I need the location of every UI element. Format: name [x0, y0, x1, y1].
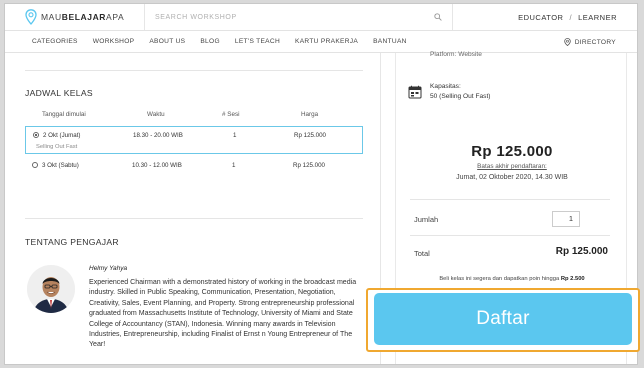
- column-time: Waktu: [147, 111, 165, 118]
- role-separator: /: [569, 12, 573, 22]
- column-sessions: # Sesi: [222, 111, 240, 118]
- column-price: Harga: [301, 111, 319, 118]
- daftar-highlight: Daftar: [366, 288, 640, 352]
- educator-link[interactable]: EDUCATOR: [518, 13, 563, 22]
- divider: [410, 199, 610, 200]
- role-switcher: EDUCATOR / LEARNER: [453, 12, 637, 22]
- total-value: Rp 125.000: [555, 246, 608, 257]
- row-time: 10.30 - 12.00 WIB: [132, 162, 182, 169]
- capacity-value: 50 (Selling Out Fast): [430, 93, 491, 100]
- row-date: 3 Okt (Sabtu): [42, 162, 79, 169]
- nav-lets-teach[interactable]: LET'S TEACH: [235, 38, 280, 45]
- capacity-icon: [408, 85, 422, 99]
- schedule-table-header: Tanggal dimulai Waktu # Sesi Harga: [25, 109, 363, 123]
- nav-bantuan[interactable]: BANTUAN: [373, 38, 407, 45]
- main-content: JADWAL KELAS Tanggal dimulai Waktu # Ses…: [25, 53, 363, 364]
- column-date: Tanggal dimulai: [42, 111, 86, 118]
- top-bar: MAUBELAJARAPA EDUCATOR / LEARNER: [5, 4, 637, 31]
- schedule-title: JADWAL KELAS: [25, 88, 93, 98]
- platform-text: Platform: Website: [430, 51, 482, 58]
- learner-link[interactable]: LEARNER: [578, 13, 617, 22]
- nav-kartu-prakerja[interactable]: KARTU PRAKERJA: [295, 38, 358, 45]
- nav-about-us[interactable]: ABOUT US: [149, 38, 185, 45]
- total-label: Total: [414, 249, 430, 258]
- schedule-radio[interactable]: [32, 162, 38, 168]
- teacher-photo: [27, 265, 75, 313]
- nav-blog[interactable]: BLOG: [200, 38, 220, 45]
- location-pin-icon: [564, 38, 571, 46]
- deadline-value: Jumat, 02 Oktober 2020, 14.30 WIB: [456, 174, 568, 181]
- deadline-label: Batas akhir pendaftaran:: [477, 163, 547, 170]
- schedule-radio-selected[interactable]: [33, 132, 39, 138]
- row-sessions: 1: [232, 162, 236, 169]
- row-time: 18.30 - 20.00 WIB: [133, 132, 183, 139]
- capacity-label: Kapasitas:: [430, 83, 461, 90]
- logo-text: MAUBELAJARAPA: [41, 12, 125, 22]
- points-note: Beli kelas ini segera dan dapatkan poin …: [439, 276, 585, 282]
- row-sessions: 1: [233, 132, 237, 139]
- row-date: 2 Okt (Jumat): [43, 132, 81, 139]
- teacher-name: Helmy Yahya: [89, 265, 128, 272]
- quantity-input[interactable]: 1: [552, 211, 580, 227]
- search-icon[interactable]: [434, 13, 442, 21]
- nav-workshop[interactable]: WORKSHOP: [93, 38, 135, 45]
- row-note: Selling Out Fast: [36, 144, 78, 150]
- row-price: Rp 125.000: [294, 132, 326, 139]
- logo[interactable]: MAUBELAJARAPA: [5, 4, 145, 30]
- search-box: [145, 4, 453, 30]
- teacher-bio: Experienced Chairman with a demonstrated…: [89, 279, 357, 349]
- directory-label: DIRECTORY: [574, 38, 616, 46]
- search-input[interactable]: [145, 4, 452, 30]
- nav-categories[interactable]: CATEGORIES: [32, 38, 78, 45]
- directory-link[interactable]: DIRECTORY: [564, 31, 616, 53]
- main-nav: CATEGORIES WORKSHOP ABOUT US BLOG LET'S …: [5, 31, 637, 53]
- schedule-row[interactable]: 3 Okt (Sabtu) 10.30 - 12.00 WIB 1 Rp 125…: [25, 160, 363, 174]
- divider: [25, 218, 363, 219]
- row-price: Rp 125.000: [293, 162, 325, 169]
- daftar-button[interactable]: Daftar: [374, 293, 632, 345]
- schedule-row[interactable]: 2 Okt (Jumat) 18.30 - 20.00 WIB 1 Rp 125…: [25, 126, 363, 154]
- divider: [25, 70, 363, 71]
- teacher-avatar: [27, 265, 75, 313]
- class-price: Rp 125.000: [471, 143, 553, 160]
- quantity-label: Jumlah: [414, 215, 439, 224]
- map-pin-icon: [25, 9, 37, 25]
- teacher-section-title: TENTANG PENGAJAR: [25, 237, 119, 247]
- divider: [410, 235, 610, 236]
